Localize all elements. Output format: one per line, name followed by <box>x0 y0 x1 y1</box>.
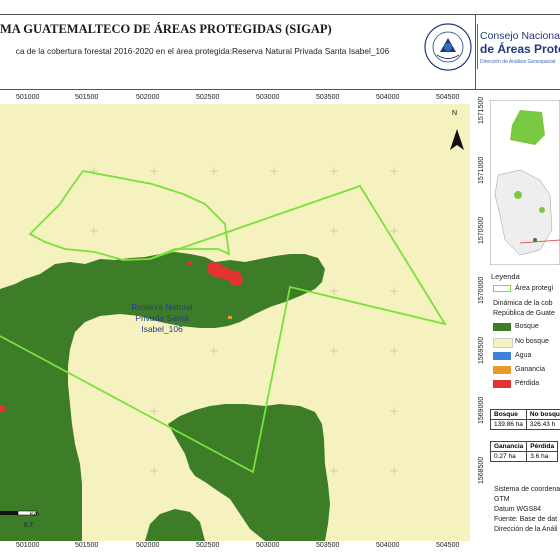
info-line: Sistema de coordena <box>494 486 560 493</box>
header-top-rule <box>0 14 560 15</box>
stats-table-cover: Bosque No bosqu 139.86 ha 326.43 h <box>490 409 560 430</box>
scale-unit: Km <box>30 512 39 518</box>
x-tick-bottom: 504000 <box>376 542 400 549</box>
north-label: N <box>452 110 458 117</box>
perdida-patch <box>0 406 5 411</box>
x-tick-bottom: 503000 <box>256 542 280 549</box>
x-tick-top: 504500 <box>436 94 460 101</box>
x-tick-bottom: 502000 <box>136 542 160 549</box>
area-label: Reserva Natural Privada Santa Isabel_106 <box>117 302 207 335</box>
info-line: Dirección de la Análi <box>494 526 558 533</box>
page-subtitle: ca de la cobertura forestal 2016-2020 en… <box>15 46 390 56</box>
x-tick-bottom: 501000 <box>16 542 40 549</box>
y-tick: 1569500 <box>478 336 485 364</box>
guatemala-seal-icon <box>424 23 472 71</box>
header-bottom-rule <box>0 89 560 90</box>
x-tick-bottom: 501500 <box>75 542 99 549</box>
area-label-line-1: Reserva Natural <box>131 302 193 312</box>
legend-boundary-swatch <box>493 285 511 292</box>
area-label-line-3: Isabel_106 <box>141 324 183 334</box>
stats-table-change: Ganancia Pérdida 0.27 ha 3.6 ha <box>489 441 559 462</box>
x-tick-top: 503000 <box>256 94 280 101</box>
y-tick: 1570500 <box>478 216 485 244</box>
y-tick: 1568500 <box>478 456 485 484</box>
header-divider <box>475 14 476 90</box>
inset-locator-map[interactable] <box>490 100 560 265</box>
legend-swatch-agua <box>493 352 511 360</box>
x-tick-bottom: 502500 <box>196 542 220 549</box>
legend-label: Ganancia <box>515 366 545 373</box>
scale-value: 0.7 <box>24 522 34 529</box>
legend-dynamics-title-2: República de Guate <box>493 310 555 317</box>
legend-label: Bosque <box>515 323 539 330</box>
legend-label: Pérdida <box>515 380 540 387</box>
inset-region <box>514 191 522 199</box>
logo-line-2: de Áreas Protegid <box>480 42 560 56</box>
x-tick-top: 502500 <box>196 94 220 101</box>
x-tick-top: 501000 <box>16 94 40 101</box>
y-tick: 1570000 <box>478 276 485 304</box>
y-tick: 1571500 <box>478 96 485 124</box>
stat-header: Pérdida <box>526 441 559 452</box>
stat-value: 326.43 h <box>525 419 560 430</box>
info-line: Fuente: Base de dat <box>494 516 558 523</box>
x-tick-bottom: 504500 <box>436 542 460 549</box>
x-tick-top: 503500 <box>316 94 340 101</box>
map-info: Sistema de coordena GTM Datum WGS84 Fuen… <box>494 485 560 535</box>
legend-label: No bosque <box>515 338 549 345</box>
x-tick-top: 502000 <box>136 94 160 101</box>
info-line: GTM <box>494 496 510 503</box>
area-label-line-2: Privada Santa <box>135 313 189 323</box>
inset-region <box>539 207 545 213</box>
legend-label: Agua <box>515 352 532 359</box>
stat-value: 3.6 ha <box>526 451 559 462</box>
logo-divider <box>477 24 478 69</box>
logo-line-3: Dirección de Análisis Geoespacial <box>480 59 556 65</box>
stat-header: No bosqu <box>525 409 560 420</box>
conap-logo: Consejo Nacional de Áreas Protegid Direc… <box>480 30 560 69</box>
y-tick: 1569000 <box>478 396 485 424</box>
legend-boundary-label: Área protegi <box>515 285 554 292</box>
info-line: Datum WGS84 <box>494 506 542 513</box>
x-tick-bottom: 503500 <box>316 542 340 549</box>
x-tick-top: 501500 <box>75 94 99 101</box>
stat-header: Ganancia <box>489 441 528 452</box>
x-tick-top: 504000 <box>376 94 400 101</box>
y-tick: 1571000 <box>478 156 485 184</box>
legend-title: Leyenda <box>491 272 520 281</box>
main-map[interactable] <box>0 104 470 541</box>
stat-header: Bosque <box>490 409 527 420</box>
ganancia-patch <box>228 316 232 319</box>
legend-swatch-no-bosque <box>493 338 513 348</box>
perdida-patch <box>188 261 192 265</box>
legend-swatch-perdida <box>493 380 511 388</box>
legend-swatch-ganancia <box>493 366 511 374</box>
legend-dynamics-title-1: Dinámica de la cob <box>493 300 553 307</box>
legend-swatch-bosque <box>493 323 511 331</box>
stat-value: 139.86 ha <box>490 419 527 430</box>
stat-value: 0.27 ha <box>489 451 528 462</box>
page-title: MA GUATEMALTECO DE ÁREAS PROTEGIDAS (SIG… <box>0 22 332 36</box>
